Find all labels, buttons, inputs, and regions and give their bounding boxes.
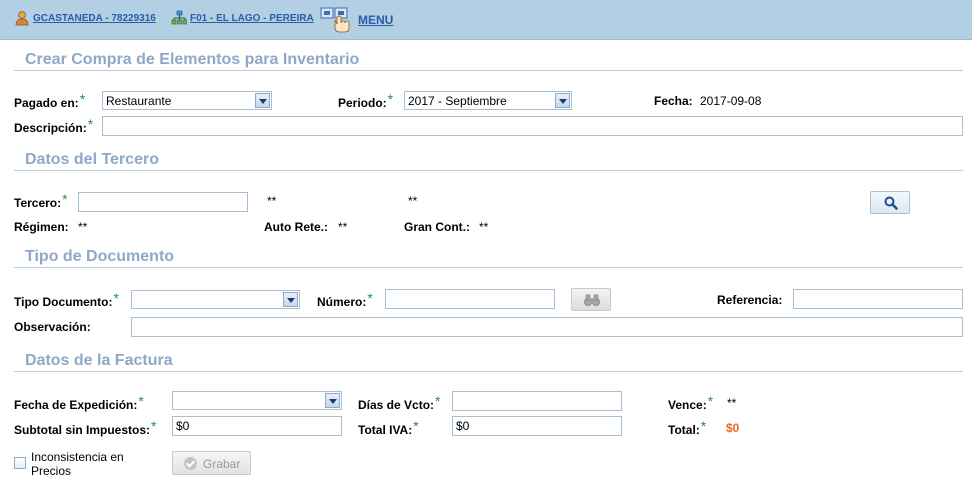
required-mark: * <box>62 191 68 207</box>
required-mark: * <box>79 91 86 107</box>
periodo-value: 2017 - Septiembre <box>408 94 507 108</box>
grabar-label: Grabar <box>203 457 241 471</box>
grabar-button[interactable]: Grabar <box>172 451 251 475</box>
tercero-info-placeholder: ** <box>408 194 418 208</box>
menu-link[interactable]: MENU <box>358 13 393 27</box>
check-circle-icon <box>184 457 197 470</box>
inconsistencia-label: Inconsistencia en Precios <box>31 450 124 477</box>
total-value: $0 <box>726 421 740 435</box>
required-mark: * <box>435 393 441 409</box>
gran-cont-label: Gran Cont.: <box>404 220 470 234</box>
regimen-value: ** <box>78 220 88 234</box>
sitemap-icon <box>171 10 187 25</box>
numero-label: Número:* <box>317 290 373 309</box>
fecha-value: 2017-09-08 <box>700 94 762 108</box>
chevron-down-icon[interactable] <box>255 93 270 108</box>
tercero-name-placeholder: ** <box>267 194 277 208</box>
page-title: Crear Compra de Elementos para Inventari… <box>25 51 360 68</box>
tercero-label: Tercero:* <box>14 191 68 210</box>
binoculars-icon <box>584 294 600 306</box>
inconsistencia-checkbox[interactable] <box>14 457 26 469</box>
chevron-down-icon[interactable] <box>325 393 340 408</box>
required-mark: * <box>387 91 394 107</box>
numero-input[interactable] <box>385 289 555 309</box>
required-mark: * <box>151 418 157 434</box>
fecha-expedicion-select[interactable] <box>172 391 342 410</box>
section-divider <box>14 70 963 71</box>
referencia-input[interactable] <box>793 289 963 309</box>
branch-link[interactable]: F01 - EL LAGO - PEREIRA <box>190 13 314 24</box>
chevron-down-icon[interactable] <box>283 292 298 307</box>
user-link[interactable]: GCASTANEDA - 78229316 <box>33 13 156 24</box>
regimen-label: Régimen: <box>14 220 69 234</box>
vence-value: ** <box>727 396 737 410</box>
dias-vcto-label: Días de Vcto:* <box>358 393 441 412</box>
required-mark: * <box>707 393 714 409</box>
required-mark: * <box>87 116 94 132</box>
section-divider <box>14 267 963 268</box>
menu-icon[interactable] <box>320 6 354 34</box>
total-iva-label: Total IVA:* <box>358 418 419 437</box>
vence-label: Vence:* <box>668 393 714 412</box>
section-divider <box>14 371 963 372</box>
chevron-down-icon[interactable] <box>555 93 570 108</box>
periodo-label: Periodo:* <box>338 91 394 110</box>
top-bar: GCASTANEDA - 78229316 F01 - EL LAGO - PE… <box>0 0 972 40</box>
descripcion-label: Descripción:* <box>14 116 94 135</box>
pagado-en-select[interactable]: Restaurante <box>102 91 272 110</box>
observacion-label: Observación: <box>14 320 91 334</box>
auto-rete-value: ** <box>338 220 348 234</box>
pagado-en-label: Pagado en:* <box>14 91 86 110</box>
search-tercero-button[interactable] <box>870 191 910 214</box>
required-mark: * <box>367 290 373 306</box>
tercero-input[interactable] <box>78 192 248 212</box>
subtotal-input[interactable] <box>172 416 342 436</box>
required-mark: * <box>413 418 419 434</box>
required-mark: * <box>113 290 119 306</box>
subtotal-label: Subtotal sin Impuestos:* <box>14 418 157 437</box>
tipo-documento-select[interactable] <box>131 290 300 309</box>
tipo-documento-label: Tipo Documento:* <box>14 290 119 309</box>
gran-cont-value: ** <box>479 220 489 234</box>
periodo-select[interactable]: 2017 - Septiembre <box>404 91 572 110</box>
required-mark: * <box>700 418 707 434</box>
search-icon <box>884 196 898 210</box>
section-divider <box>14 170 963 171</box>
lookup-numero-button[interactable] <box>571 288 611 311</box>
user-icon <box>15 11 29 26</box>
dias-vcto-input[interactable] <box>452 391 622 411</box>
required-mark: * <box>138 393 144 409</box>
fecha-expedicion-label: Fecha de Expedición:* <box>14 393 144 412</box>
section-title-tercero: Datos del Tercero <box>25 151 159 168</box>
total-label: Total:* <box>668 418 707 437</box>
total-iva-input[interactable] <box>452 416 622 436</box>
fecha-label: Fecha: <box>654 94 693 108</box>
section-title-factura: Datos de la Factura <box>25 352 173 369</box>
observacion-input[interactable] <box>131 317 963 337</box>
auto-rete-label: Auto Rete.: <box>264 220 328 234</box>
referencia-label: Referencia: <box>717 293 783 307</box>
section-title-documento: Tipo de Documento <box>25 248 175 265</box>
pagado-en-value: Restaurante <box>106 94 172 108</box>
descripcion-input[interactable] <box>102 116 963 136</box>
